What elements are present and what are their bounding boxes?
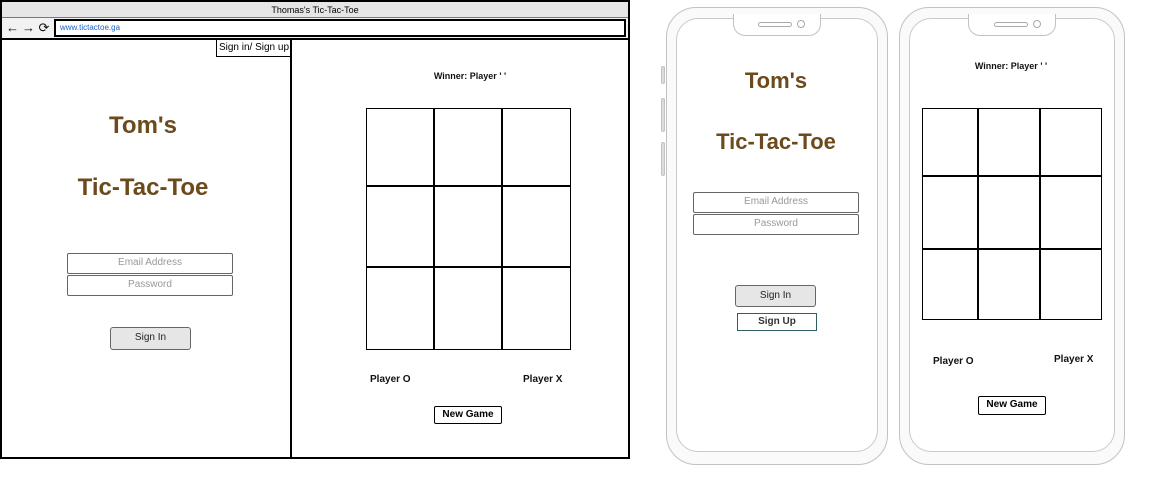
board-cell[interactable]: [979, 109, 1039, 175]
winner-text: Winner: Player ' ': [433, 71, 507, 81]
phone-sign-up-button[interactable]: Sign Up: [737, 313, 817, 331]
board-cell[interactable]: [435, 109, 501, 185]
board-cell[interactable]: [979, 250, 1039, 319]
board-cell[interactable]: [367, 187, 433, 266]
board-cell[interactable]: [923, 250, 977, 319]
player-o-label: Player O: [370, 374, 411, 385]
board-cell[interactable]: [435, 268, 501, 349]
board-cell[interactable]: [979, 177, 1039, 248]
player-x-label: Player X: [523, 374, 563, 385]
phone-email-field[interactable]: Email Address: [693, 192, 859, 213]
board-cell[interactable]: [1041, 109, 1101, 175]
phone-password-field[interactable]: Password: [693, 214, 859, 235]
brand-line-1: Tom's: [109, 112, 177, 139]
phone-camera: [797, 20, 805, 28]
board-cell[interactable]: [503, 268, 570, 349]
phone-speaker: [994, 22, 1028, 27]
board-cell[interactable]: [503, 187, 570, 266]
board-cell[interactable]: [923, 177, 977, 248]
sign-in-sign-up-link[interactable]: Sign in/ Sign up: [216, 39, 292, 57]
phone-camera: [1033, 20, 1041, 28]
phone-player-x-label: Player X: [1054, 354, 1094, 365]
brand-line-2: Tic-Tac-Toe: [77, 174, 209, 201]
board-cell[interactable]: [435, 187, 501, 266]
phone-side-button: [661, 66, 665, 84]
board-cell[interactable]: [503, 109, 570, 185]
phone-side-button: [661, 98, 665, 132]
board-cell[interactable]: [1041, 177, 1101, 248]
board-cell[interactable]: [1041, 250, 1101, 319]
reload-icon[interactable]: ⟳: [38, 21, 50, 35]
phone-side-button: [661, 142, 665, 176]
board-cell[interactable]: [923, 109, 977, 175]
sign-in-button[interactable]: Sign In: [110, 327, 191, 350]
phone-sign-in-button[interactable]: Sign In: [735, 285, 816, 307]
arrow-left-icon[interactable]: ←: [6, 21, 19, 35]
phone-player-o-label: Player O: [933, 356, 974, 367]
board-cell[interactable]: [367, 109, 433, 185]
arrow-right-icon[interactable]: →: [22, 21, 35, 35]
new-game-button[interactable]: New Game: [434, 406, 502, 424]
board-cell[interactable]: [367, 268, 433, 349]
phone-winner-text: Winner: Player ' ': [974, 61, 1048, 71]
window-title: Thomas's Tic-Tac-Toe: [2, 2, 628, 18]
phone-new-game-button[interactable]: New Game: [978, 396, 1046, 415]
browser-navbar: ← → ⟳ www.tictactoe.ga: [2, 18, 628, 40]
password-field[interactable]: Password: [67, 275, 233, 296]
email-field[interactable]: Email Address: [67, 253, 233, 274]
url-bar[interactable]: www.tictactoe.ga: [54, 19, 626, 37]
phone-brand-line-2: Tic-Tac-Toe: [716, 129, 836, 154]
panel-divider: [290, 38, 292, 457]
phone-speaker: [758, 22, 792, 27]
phone-brand-line-1: Tom's: [744, 68, 808, 93]
